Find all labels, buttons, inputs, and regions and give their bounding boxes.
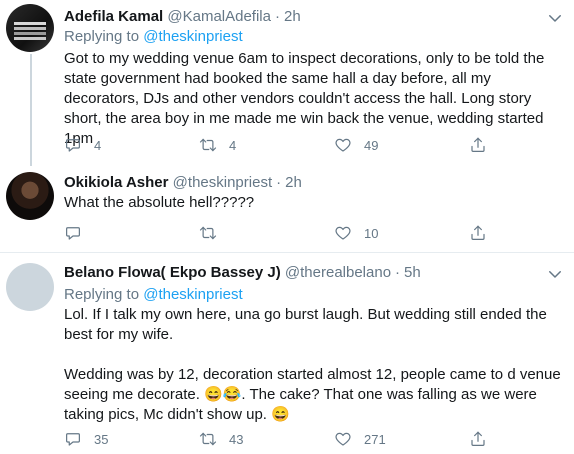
like-button[interactable]: 271 <box>334 429 386 449</box>
reply-icon <box>66 433 80 446</box>
retweet-count: 43 <box>229 431 244 447</box>
replying-to-link[interactable]: @theskinpriest <box>143 286 242 303</box>
like-button[interactable]: 49 <box>334 135 378 155</box>
replying-prefix: Replying to <box>64 28 140 45</box>
tweet-paragraph: Got to my wedding venue 6am to inspect d… <box>64 50 545 147</box>
retweet-button[interactable]: 4 <box>199 135 236 155</box>
separator-dot: · <box>395 264 401 281</box>
display-name[interactable]: Belano Flowa( Ekpo Bassey J) <box>64 264 281 281</box>
share-button[interactable] <box>469 135 487 155</box>
avatar[interactable] <box>6 4 54 52</box>
tweet-text: What the absolute hell????? <box>64 193 562 213</box>
tweet-actions: 4 4 49 <box>64 135 524 155</box>
timestamp[interactable]: 2h <box>284 8 301 25</box>
reply-button[interactable]: 4 <box>64 135 101 155</box>
tweet-actions: 10 <box>64 223 524 243</box>
retweet-button[interactable] <box>199 223 229 243</box>
reply-button[interactable] <box>64 223 94 243</box>
tweet-text: Lol. If I talk my own here, una go burst… <box>64 305 562 425</box>
thread-connector <box>30 54 32 166</box>
tweet-belano-flowa[interactable]: Belano Flowa( Ekpo Bassey J) @therealbel… <box>0 253 574 454</box>
like-count: 49 <box>364 137 379 153</box>
replying-to: Replying to @theskinpriest <box>64 27 243 47</box>
timestamp[interactable]: 2h <box>285 174 302 191</box>
separator-dot: · <box>276 174 282 191</box>
tweet-paragraph: Wedding was by 12, decoration started al… <box>64 366 561 423</box>
retweet-icon <box>199 432 217 446</box>
tweet-header: Adefila Kamal @KamalAdefila · 2h <box>64 7 301 27</box>
share-icon <box>471 431 485 446</box>
reply-icon <box>66 139 80 152</box>
retweet-icon <box>199 138 217 152</box>
heart-icon <box>335 138 351 152</box>
chevron-down-icon[interactable] <box>546 9 564 27</box>
replying-prefix: Replying to <box>64 286 140 303</box>
reply-count: 35 <box>94 431 109 447</box>
retweet-count: 4 <box>229 137 237 153</box>
reply-count: 4 <box>94 137 102 153</box>
like-count: 10 <box>364 225 379 241</box>
tweet-header: Okikiola Asher @theskinpriest · 2h <box>64 173 302 193</box>
tweet-okikiola-asher[interactable]: Okikiola Asher @theskinpriest · 2h What th… <box>0 166 574 252</box>
avatar[interactable] <box>6 263 54 311</box>
like-count: 271 <box>364 431 386 447</box>
share-button[interactable] <box>469 223 487 243</box>
user-handle[interactable]: @theskinpriest <box>173 174 272 191</box>
chevron-down-icon[interactable] <box>546 265 564 283</box>
tweet-text: Got to my wedding venue 6am to inspect d… <box>64 49 562 149</box>
display-name[interactable]: Okikiola Asher <box>64 174 169 191</box>
heart-icon <box>335 432 351 446</box>
replying-to: Replying to @theskinpriest <box>64 285 243 305</box>
share-button[interactable] <box>469 429 487 449</box>
tweet-adefila-kamal[interactable]: Adefila Kamal @KamalAdefila · 2h Replying … <box>0 0 574 166</box>
like-button[interactable]: 10 <box>334 223 378 243</box>
tweet-paragraph: Lol. If I talk my own here, una go burst… <box>64 306 547 343</box>
reply-button[interactable]: 35 <box>64 429 108 449</box>
avatar[interactable] <box>6 172 54 220</box>
heart-icon <box>335 226 351 240</box>
tweet-actions: 35 43 271 <box>64 429 524 449</box>
tweet-header: Belano Flowa( Ekpo Bassey J) @therealbel… <box>64 263 421 283</box>
separator-dot: · <box>274 8 280 25</box>
retweet-icon <box>199 226 217 240</box>
reply-icon <box>66 227 80 240</box>
timestamp[interactable]: 5h <box>404 264 421 281</box>
retweet-button[interactable]: 43 <box>199 429 243 449</box>
user-handle[interactable]: @KamalAdefila <box>167 8 271 25</box>
share-icon <box>471 137 485 152</box>
replying-to-link[interactable]: @theskinpriest <box>143 28 242 45</box>
tweet-paragraph: What the absolute hell????? <box>64 194 255 211</box>
display-name[interactable]: Adefila Kamal <box>64 8 163 25</box>
user-handle[interactable]: @therealbelano <box>285 264 391 281</box>
share-icon <box>471 225 485 240</box>
